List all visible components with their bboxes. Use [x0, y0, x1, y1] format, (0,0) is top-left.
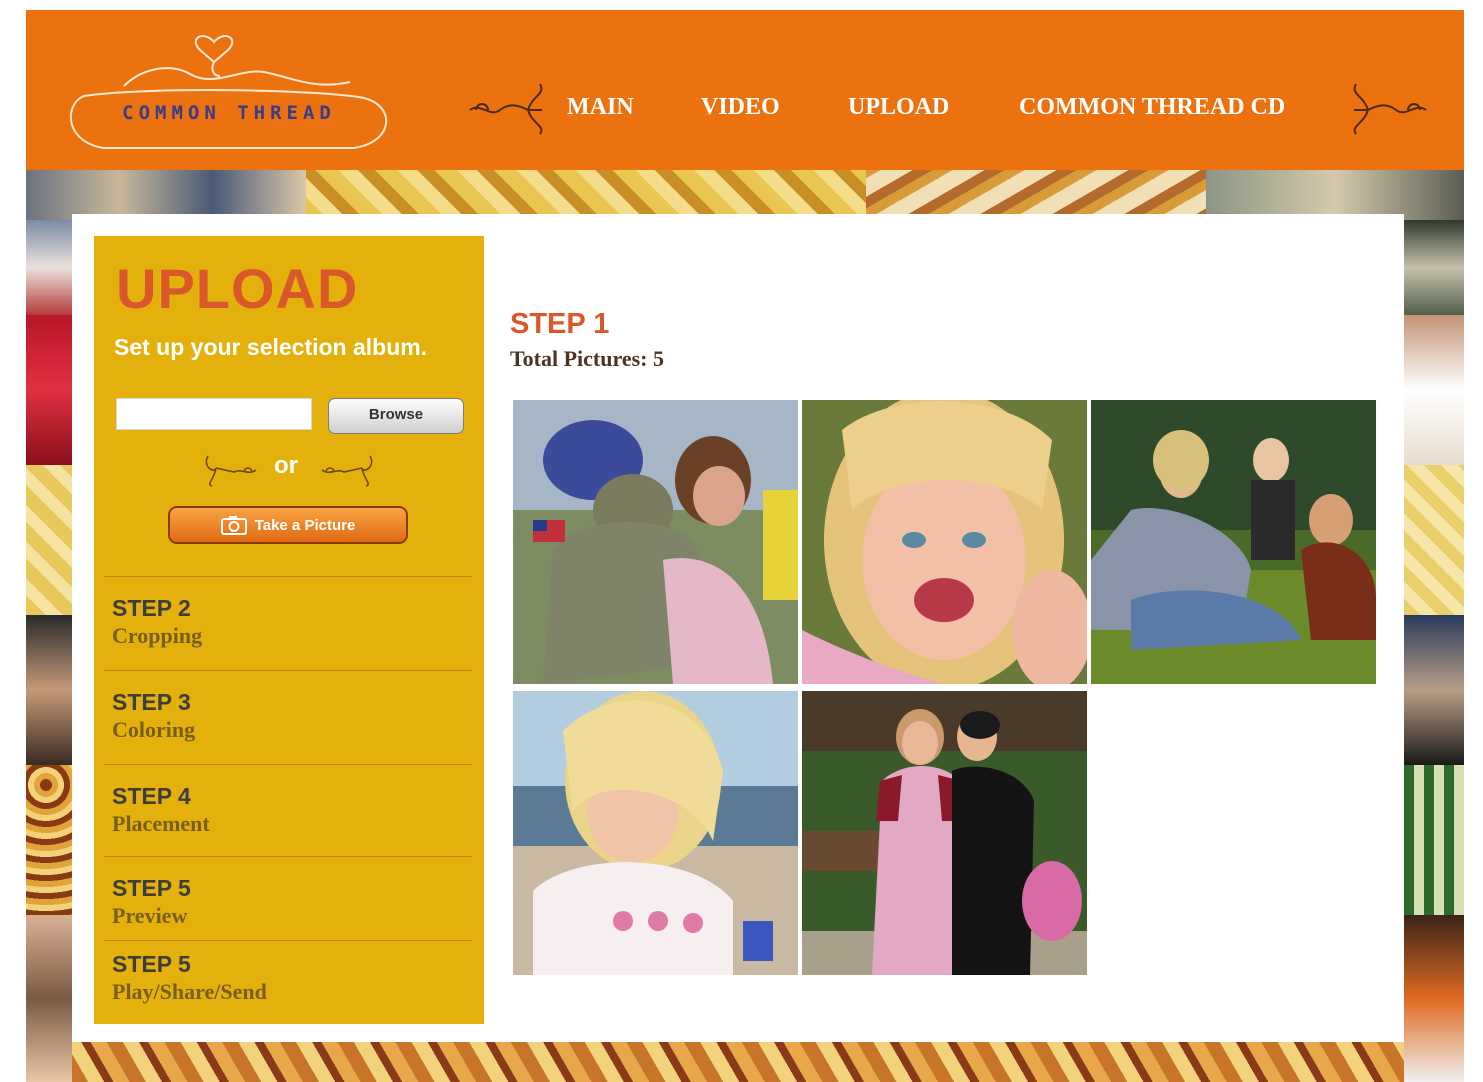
- logo-wordmark: COMMON THREAD: [122, 102, 336, 124]
- step-name: Coloring: [112, 717, 196, 742]
- or-right-flourish-icon: [321, 455, 373, 487]
- total-pictures-count: Total Pictures: 5: [510, 346, 664, 371]
- nav-common-thread-cd[interactable]: COMMON THREAD CD: [1019, 94, 1285, 121]
- file-path-input[interactable]: [116, 398, 312, 430]
- site-header: COMMON THREAD MAIN VIDEO UPLOAD COMMON T…: [26, 10, 1464, 170]
- step-3-coloring[interactable]: STEP 3 Coloring: [104, 670, 472, 763]
- nav-upload[interactable]: UPLOAD: [848, 94, 949, 121]
- or-divider: or: [94, 448, 484, 488]
- step-1-title: STEP 1: [510, 308, 610, 340]
- step-number: STEP 5: [112, 875, 191, 901]
- take-picture-label: Take a Picture: [254, 516, 356, 534]
- step-2-cropping[interactable]: STEP 2 Cropping: [104, 576, 472, 669]
- content-card: UPLOAD Set up your selection album. Brow…: [72, 214, 1404, 1042]
- or-label: or: [274, 452, 298, 479]
- nav-main[interactable]: MAIN: [567, 94, 634, 121]
- panel-subtitle: Set up your selection album.: [114, 334, 428, 360]
- step-4-placement[interactable]: STEP 4 Placement: [104, 764, 472, 857]
- nav-video[interactable]: VIDEO: [701, 94, 780, 121]
- photo-prom-couple[interactable]: [802, 691, 1087, 975]
- step-5-preview[interactable]: STEP 5 Preview: [104, 856, 472, 949]
- step-number: STEP 3: [112, 689, 191, 715]
- photo-family-on-grass[interactable]: [1091, 400, 1376, 684]
- step-name: Preview: [112, 903, 188, 928]
- step-number: STEP 4: [112, 783, 191, 809]
- panel-title: UPLOAD: [116, 257, 359, 320]
- logo-frame-icon: [69, 35, 388, 149]
- photo-soldier-hug[interactable]: [513, 400, 798, 684]
- step-name: Play/Share/Send: [112, 979, 267, 1004]
- browse-button[interactable]: Browse: [328, 398, 464, 434]
- left-flourish-icon: [469, 83, 543, 135]
- common-thread-logo[interactable]: COMMON THREAD: [64, 24, 394, 154]
- photo-girl-at-beach[interactable]: [513, 691, 798, 975]
- step-number: STEP 5: [112, 951, 191, 977]
- take-picture-button[interactable]: Take a Picture: [168, 506, 408, 544]
- step-name: Placement: [112, 811, 210, 836]
- right-flourish-icon: [1353, 83, 1427, 135]
- camera-icon: [220, 516, 247, 535]
- step-number: STEP 2: [112, 595, 191, 621]
- step-5-play-share-send[interactable]: STEP 5 Play/Share/Send: [104, 940, 472, 1025]
- upload-panel: UPLOAD Set up your selection album. Brow…: [94, 236, 484, 1024]
- step-name: Cropping: [112, 623, 203, 648]
- or-left-flourish-icon: [205, 455, 257, 487]
- photo-blonde-girl[interactable]: [802, 400, 1087, 684]
